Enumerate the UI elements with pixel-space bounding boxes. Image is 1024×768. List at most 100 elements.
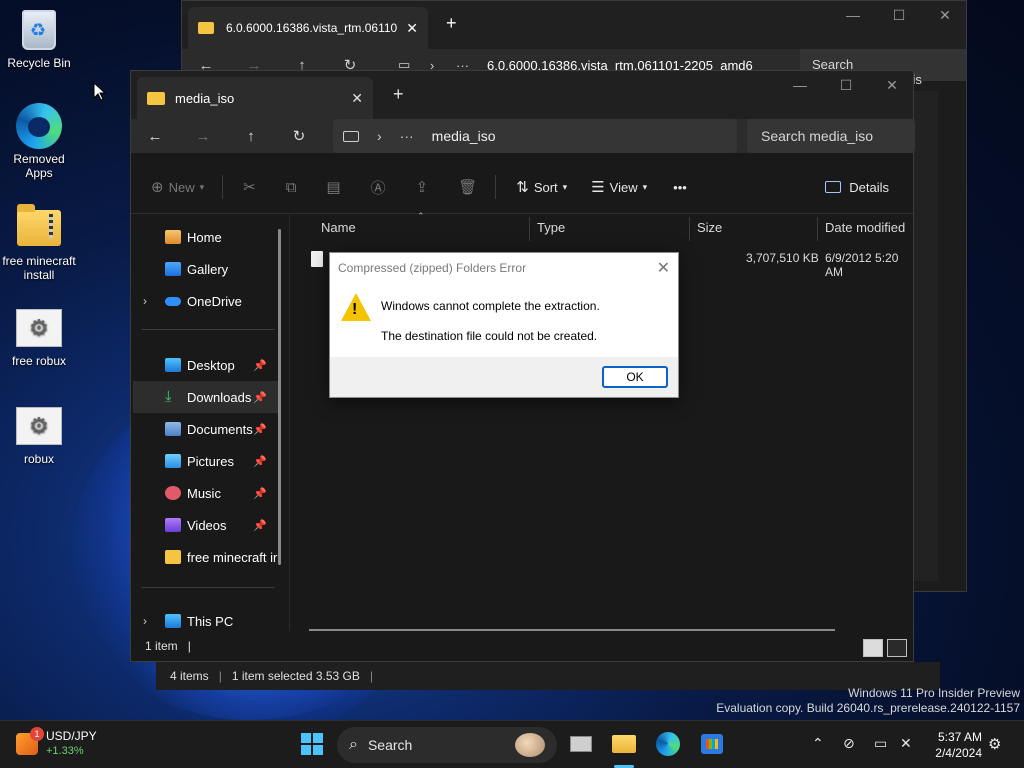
search-label: Search <box>367 737 413 753</box>
sidebar-item-free-minecraft[interactable]: free minecraft ir <box>133 541 279 573</box>
taskbar-search[interactable]: ⌕ Search <box>337 727 557 763</box>
desktop-icon-removed-apps[interactable]: Removed Apps <box>1 103 77 180</box>
this-pc-icon <box>165 614 181 628</box>
sidebar-item-desktop[interactable]: Desktop 📌 <box>133 349 279 381</box>
address-bar[interactable]: › ··· media_iso <box>333 119 737 153</box>
desktop-icon-robux[interactable]: ⚙ robux <box>1 404 77 466</box>
pin-icon[interactable]: 📌 <box>253 487 267 500</box>
details-pane-button[interactable]: Details <box>825 180 889 195</box>
close-icon[interactable]: ✕ <box>657 258 670 278</box>
pin-icon[interactable]: 📌 <box>253 359 267 372</box>
file-explorer-taskbar-button[interactable] <box>609 729 639 759</box>
minimize-button[interactable]: — <box>777 77 823 94</box>
close-button[interactable]: ✕ <box>922 7 968 24</box>
watermark-line: Evaluation copy. Build 26040.rs_prerelea… <box>716 701 1020 715</box>
error-dialog[interactable]: Compressed (zipped) Folders Error ✕ ! Wi… <box>329 252 679 398</box>
paste-icon: ▤ <box>326 179 341 196</box>
widget-title: USD/JPY <box>46 729 97 743</box>
sidebar-item-gallery[interactable]: Gallery <box>133 253 279 285</box>
new-tab-button[interactable]: + <box>446 13 457 34</box>
network-off-icon[interactable]: ⊘ <box>843 735 855 752</box>
gallery-icon <box>165 262 181 276</box>
back-icon[interactable]: ← <box>131 128 179 145</box>
tab-media-iso[interactable]: media_iso ✕ <box>137 77 373 119</box>
view-button[interactable]: ☰ View ▾ <box>591 178 647 196</box>
column-header-date[interactable]: Date modified <box>825 220 905 235</box>
display-icon[interactable]: ▭ <box>874 735 887 752</box>
maximize-button[interactable]: ☐ <box>876 7 922 24</box>
column-header-size[interactable]: Size <box>697 220 722 235</box>
sidebar-item-home[interactable]: Home <box>133 221 279 253</box>
chevron-right-icon[interactable]: › <box>143 614 147 628</box>
close-tab-icon[interactable]: ✕ <box>406 20 418 37</box>
column-divider[interactable] <box>529 217 530 241</box>
desktop-icon-label: Recycle Bin <box>7 56 71 70</box>
start-button[interactable] <box>301 733 323 755</box>
task-view-button[interactable] <box>566 729 596 759</box>
desktop-icon-recycle-bin[interactable]: Recycle Bin <box>1 8 77 70</box>
volume-muted-icon[interactable]: ✕ <box>900 735 912 752</box>
toolbar-divider <box>495 175 497 199</box>
sidebar-scrollbar[interactable] <box>278 229 281 565</box>
sidebar-item-videos[interactable]: Videos 📌 <box>133 509 279 541</box>
column-header-type[interactable]: Type <box>537 220 565 235</box>
sidebar-item-downloads[interactable]: ⤓ Downloads 📌 <box>133 381 279 413</box>
more-path-icon[interactable]: ··· <box>400 128 414 144</box>
more-options-button[interactable]: ••• <box>673 180 687 195</box>
sidebar-item-documents[interactable]: Documents 📌 <box>133 413 279 445</box>
notifications-icon[interactable]: ⚙ <box>988 735 1001 753</box>
pin-icon[interactable]: 📌 <box>253 519 267 532</box>
pin-icon[interactable]: 📌 <box>253 391 267 404</box>
forward-icon[interactable]: → <box>179 128 227 145</box>
chevron-down-icon: ▾ <box>642 181 648 192</box>
rename-icon: Ⓐ <box>370 179 386 197</box>
status-items: 4 items <box>170 669 209 683</box>
delete-button[interactable]: 🗑 <box>458 178 477 196</box>
copy-icon: ⧉ <box>285 178 297 196</box>
column-divider[interactable] <box>689 217 690 241</box>
store-taskbar-button[interactable] <box>697 729 727 759</box>
sort-button[interactable]: ⇅ Sort ▾ <box>516 178 567 196</box>
details-view-button[interactable] <box>863 639 883 657</box>
pane-divider[interactable] <box>289 215 290 631</box>
tiles-view-button[interactable] <box>887 639 907 657</box>
system-clock[interactable]: 5:37 AM 2/4/2024 <box>920 729 982 761</box>
clock-date: 2/4/2024 <box>935 746 982 760</box>
maximize-button[interactable]: ☐ <box>823 77 869 94</box>
pin-icon[interactable]: 📌 <box>253 455 267 468</box>
chevron-up-icon[interactable]: ⌃ <box>812 735 824 752</box>
folder-icon <box>165 550 181 564</box>
desktop-icon-free-minecraft-install[interactable]: free minecraft install <box>1 204 77 282</box>
ok-button[interactable]: OK <box>602 366 668 388</box>
pin-icon[interactable]: 📌 <box>253 423 267 436</box>
refresh-icon[interactable]: ↻ <box>275 127 323 145</box>
view-list-icon: ☰ <box>591 179 605 196</box>
tab-vista-rtm[interactable]: 6.0.6000.16386.vista_rtm.06110 ✕ <box>188 7 428 49</box>
chevron-down-icon: ▾ <box>199 181 205 192</box>
edge-taskbar-button[interactable] <box>653 729 683 759</box>
close-button[interactable]: ✕ <box>869 77 915 94</box>
new-button[interactable]: ⊕ New ▾ <box>151 178 204 196</box>
widgets-button[interactable]: 1 USD/JPY +1.33% <box>16 727 97 759</box>
cut-button[interactable]: ✂ <box>243 178 256 196</box>
column-header-name[interactable]: Name <box>321 220 356 235</box>
minimize-button[interactable]: — <box>830 7 876 24</box>
desktop-icon-free-robux[interactable]: ⚙ free robux <box>1 306 77 368</box>
file-date: 6/9/2012 5:20 AM <box>825 251 899 279</box>
copy-button[interactable]: ⧉ <box>286 179 297 196</box>
column-divider[interactable] <box>817 217 818 241</box>
paste-button[interactable]: ▤ <box>326 178 340 196</box>
rename-button[interactable]: Ⓐ <box>371 177 386 198</box>
search-input[interactable]: Search media_iso <box>747 119 915 153</box>
close-tab-icon[interactable]: ✕ <box>351 90 363 107</box>
desktop-icon-label: robux <box>23 452 55 466</box>
sidebar-item-onedrive[interactable]: › OneDrive <box>133 285 279 317</box>
chevron-right-icon[interactable]: › <box>143 294 147 308</box>
view-toggle <box>863 639 907 657</box>
up-icon[interactable]: ↑ <box>227 128 275 145</box>
sidebar-item-pictures[interactable]: Pictures 📌 <box>133 445 279 477</box>
task-view-icon <box>570 736 592 752</box>
sidebar-item-music[interactable]: Music 📌 <box>133 477 279 509</box>
new-tab-button[interactable]: + <box>393 84 404 105</box>
share-button[interactable]: ⇪ <box>416 178 429 196</box>
